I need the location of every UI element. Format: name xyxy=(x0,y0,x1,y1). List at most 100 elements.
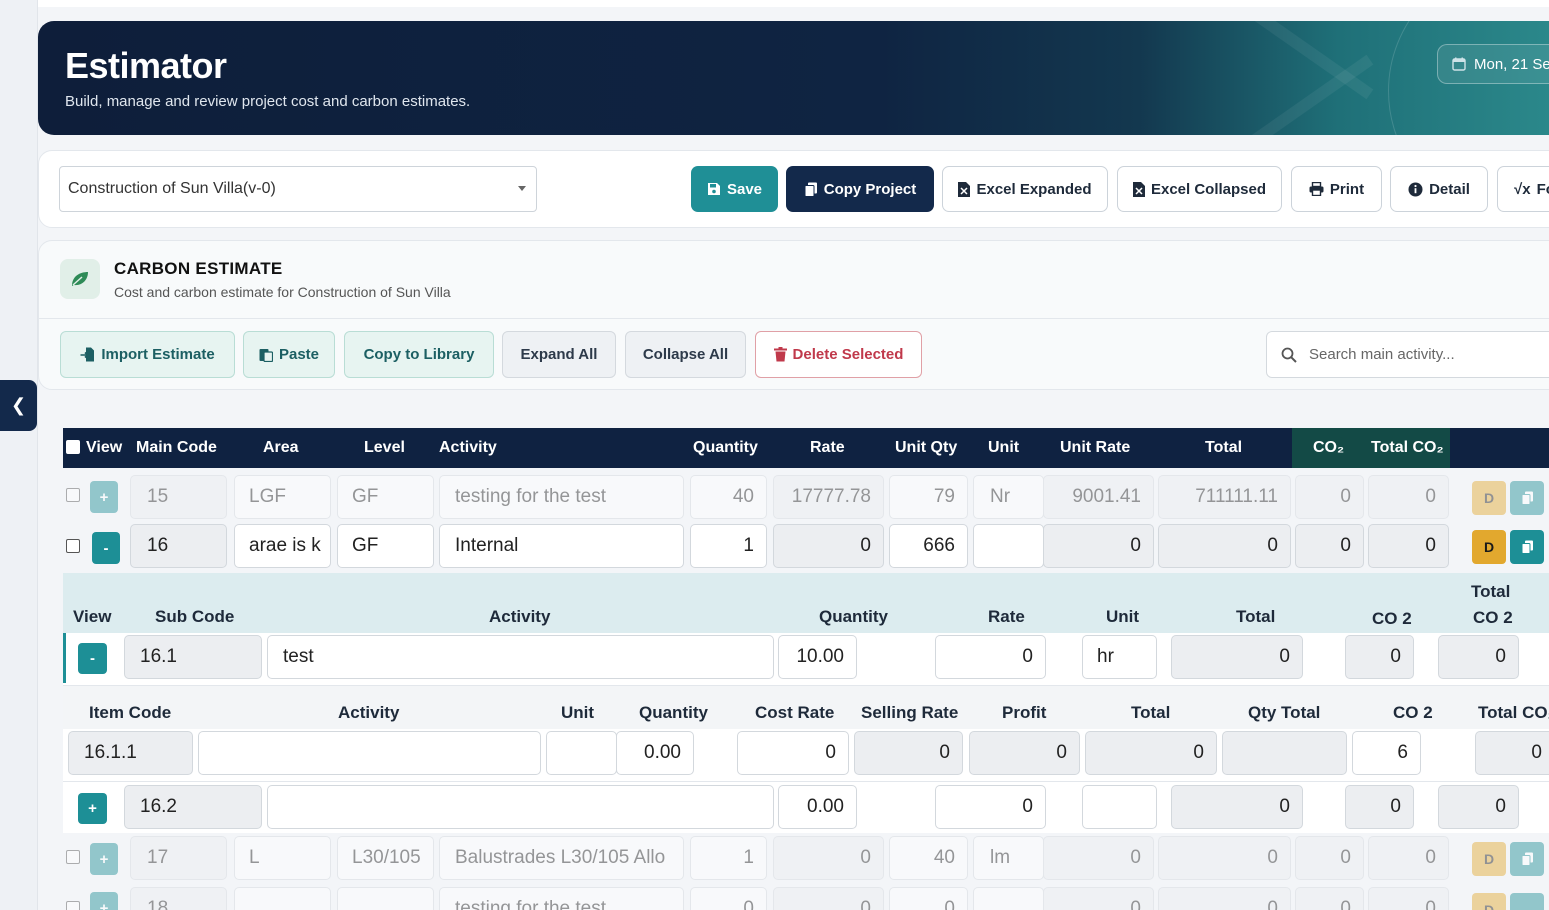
sub-rate-field[interactable]: 0 xyxy=(935,785,1046,829)
unit-qty-field[interactable]: 0 xyxy=(889,887,968,910)
collapse-sub-row-button[interactable]: - xyxy=(78,643,107,674)
formula-button[interactable]: √x Fo xyxy=(1497,166,1549,212)
copy-row-button[interactable] xyxy=(1510,481,1544,515)
area-field[interactable] xyxy=(234,887,331,910)
excel-collapsed-button[interactable]: Excel Collapsed xyxy=(1117,166,1282,212)
copy-project-button[interactable]: Copy Project xyxy=(786,166,934,212)
sub-unit-field[interactable] xyxy=(1082,785,1157,829)
item-selling-rate-field: 0 xyxy=(854,731,963,775)
level-field[interactable]: GF xyxy=(337,475,434,519)
table-header: View Main Code Area Level Activity Quant… xyxy=(63,428,1549,468)
project-select[interactable]: Construction of Sun Villa(v-0) xyxy=(59,166,537,212)
import-estimate-button[interactable]: Import Estimate xyxy=(60,331,235,378)
item-activity-field[interactable] xyxy=(198,731,541,775)
row-checkbox[interactable] xyxy=(66,901,80,910)
unit-field[interactable] xyxy=(973,887,1044,910)
sub-activity-field[interactable]: test xyxy=(267,635,774,679)
detail-button[interactable]: Detail xyxy=(1390,166,1488,212)
copy-row-button[interactable] xyxy=(1510,530,1544,564)
search-placeholder: Search main activity... xyxy=(1309,346,1455,363)
sub-row-indicator xyxy=(63,633,66,683)
row-checkbox[interactable] xyxy=(66,539,80,553)
left-sidebar xyxy=(0,0,38,910)
copy-row-button[interactable] xyxy=(1510,893,1544,910)
item-quantity-field[interactable]: 0.00 xyxy=(616,731,694,775)
formula-label: Fo xyxy=(1536,180,1549,198)
unit-field[interactable]: lm xyxy=(973,836,1044,880)
unit-qty-field[interactable]: 79 xyxy=(889,475,968,519)
sub-rate-field[interactable]: 0 xyxy=(935,635,1046,679)
area-field[interactable]: LGF xyxy=(234,475,331,519)
quantity-field[interactable]: 1 xyxy=(690,836,767,880)
main-code-field[interactable]: 18 xyxy=(130,887,227,910)
collapse-all-button[interactable]: Collapse All xyxy=(625,331,746,378)
activity-field[interactable]: Internal xyxy=(439,524,684,568)
excel-expanded-button[interactable]: Excel Expanded xyxy=(942,166,1108,212)
sub-unit-field[interactable]: hr xyxy=(1082,635,1157,679)
paste-label: Paste xyxy=(278,346,320,363)
search-main-activity-input[interactable]: Search main activity... xyxy=(1266,331,1549,378)
main-code-field[interactable]: 15 xyxy=(130,475,227,519)
header-unit: Unit xyxy=(988,439,1020,456)
delete-selected-button[interactable]: Delete Selected xyxy=(755,331,922,378)
sub-activity-panel: View Sub Code Activity Quantity Rate Uni… xyxy=(63,573,1549,833)
row-checkbox[interactable] xyxy=(66,488,80,502)
quantity-field[interactable]: 1 xyxy=(690,524,767,568)
sub-code-field[interactable]: 16.1 xyxy=(124,635,262,679)
sidebar-toggle-button[interactable]: ❮ xyxy=(0,380,37,431)
detail-d-button[interactable]: D xyxy=(1472,842,1506,876)
area-field[interactable]: arae is k xyxy=(234,524,331,568)
quantity-field[interactable]: 40 xyxy=(690,475,767,519)
expand-row-button[interactable]: + xyxy=(90,843,118,875)
item-cost-rate-field[interactable]: 0 xyxy=(737,731,849,775)
total-co2-field: 0 xyxy=(1368,475,1449,519)
copy-row-button[interactable] xyxy=(1510,842,1544,876)
rate-field: 0 xyxy=(773,887,884,910)
sub-quantity-field[interactable]: 10.00 xyxy=(778,635,857,679)
expand-row-button[interactable]: + xyxy=(90,481,118,513)
sub-quantity-field[interactable]: 0.00 xyxy=(778,785,857,829)
main-code-field[interactable]: 17 xyxy=(130,836,227,880)
select-all-checkbox[interactable] xyxy=(66,440,80,454)
print-button[interactable]: Print xyxy=(1291,166,1382,212)
activity-field[interactable]: testing for the test xyxy=(439,475,684,519)
save-button[interactable]: Save xyxy=(691,166,778,212)
main-code-field[interactable]: 16 xyxy=(130,524,227,568)
item-code-field[interactable]: 16.1.1 xyxy=(68,731,193,775)
activity-field[interactable]: Balustrades L30/105 Allo xyxy=(439,836,684,880)
detail-d-button[interactable]: D xyxy=(1472,530,1506,564)
expand-all-button[interactable]: Expand All xyxy=(502,331,616,378)
copy-icon xyxy=(804,182,817,197)
import-icon xyxy=(80,347,95,362)
activity-field[interactable]: testing for the test xyxy=(439,887,684,910)
unit-qty-field[interactable]: 40 xyxy=(889,836,968,880)
row-checkbox[interactable] xyxy=(66,850,80,864)
item-total-co2-field: 0 xyxy=(1475,731,1549,775)
unit-rate-field: 0 xyxy=(1043,887,1154,910)
expand-row-button[interactable]: + xyxy=(90,892,118,910)
expand-sub-row-button[interactable]: + xyxy=(78,793,107,824)
search-icon xyxy=(1281,347,1297,363)
item-qty-total-field xyxy=(1222,731,1347,775)
item-header-selling-rate: Selling Rate xyxy=(861,703,959,722)
paste-icon xyxy=(259,349,273,362)
sub-code-field[interactable]: 16.2 xyxy=(124,785,262,829)
item-co2-field[interactable]: 6 xyxy=(1352,731,1421,775)
detail-d-button[interactable]: D xyxy=(1472,893,1506,910)
detail-d-button[interactable]: D xyxy=(1472,481,1506,515)
item-header-cost-rate: Cost Rate xyxy=(755,703,835,722)
unit-field[interactable] xyxy=(973,524,1044,568)
collapse-row-button[interactable]: - xyxy=(92,532,120,564)
item-unit-field[interactable] xyxy=(546,731,617,775)
level-field[interactable] xyxy=(337,887,434,910)
level-field[interactable]: GF xyxy=(337,524,434,568)
collapse-all-label: Collapse All xyxy=(642,346,729,363)
unit-qty-field[interactable]: 666 xyxy=(889,524,968,568)
level-field[interactable]: L30/105 xyxy=(337,836,434,880)
copy-to-library-button[interactable]: Copy to Library xyxy=(344,331,494,378)
unit-field[interactable]: Nr xyxy=(973,475,1044,519)
paste-button[interactable]: Paste xyxy=(243,331,335,378)
quantity-field[interactable]: 0 xyxy=(690,887,767,910)
area-field[interactable]: L xyxy=(234,836,331,880)
sub-activity-field[interactable] xyxy=(267,785,774,829)
